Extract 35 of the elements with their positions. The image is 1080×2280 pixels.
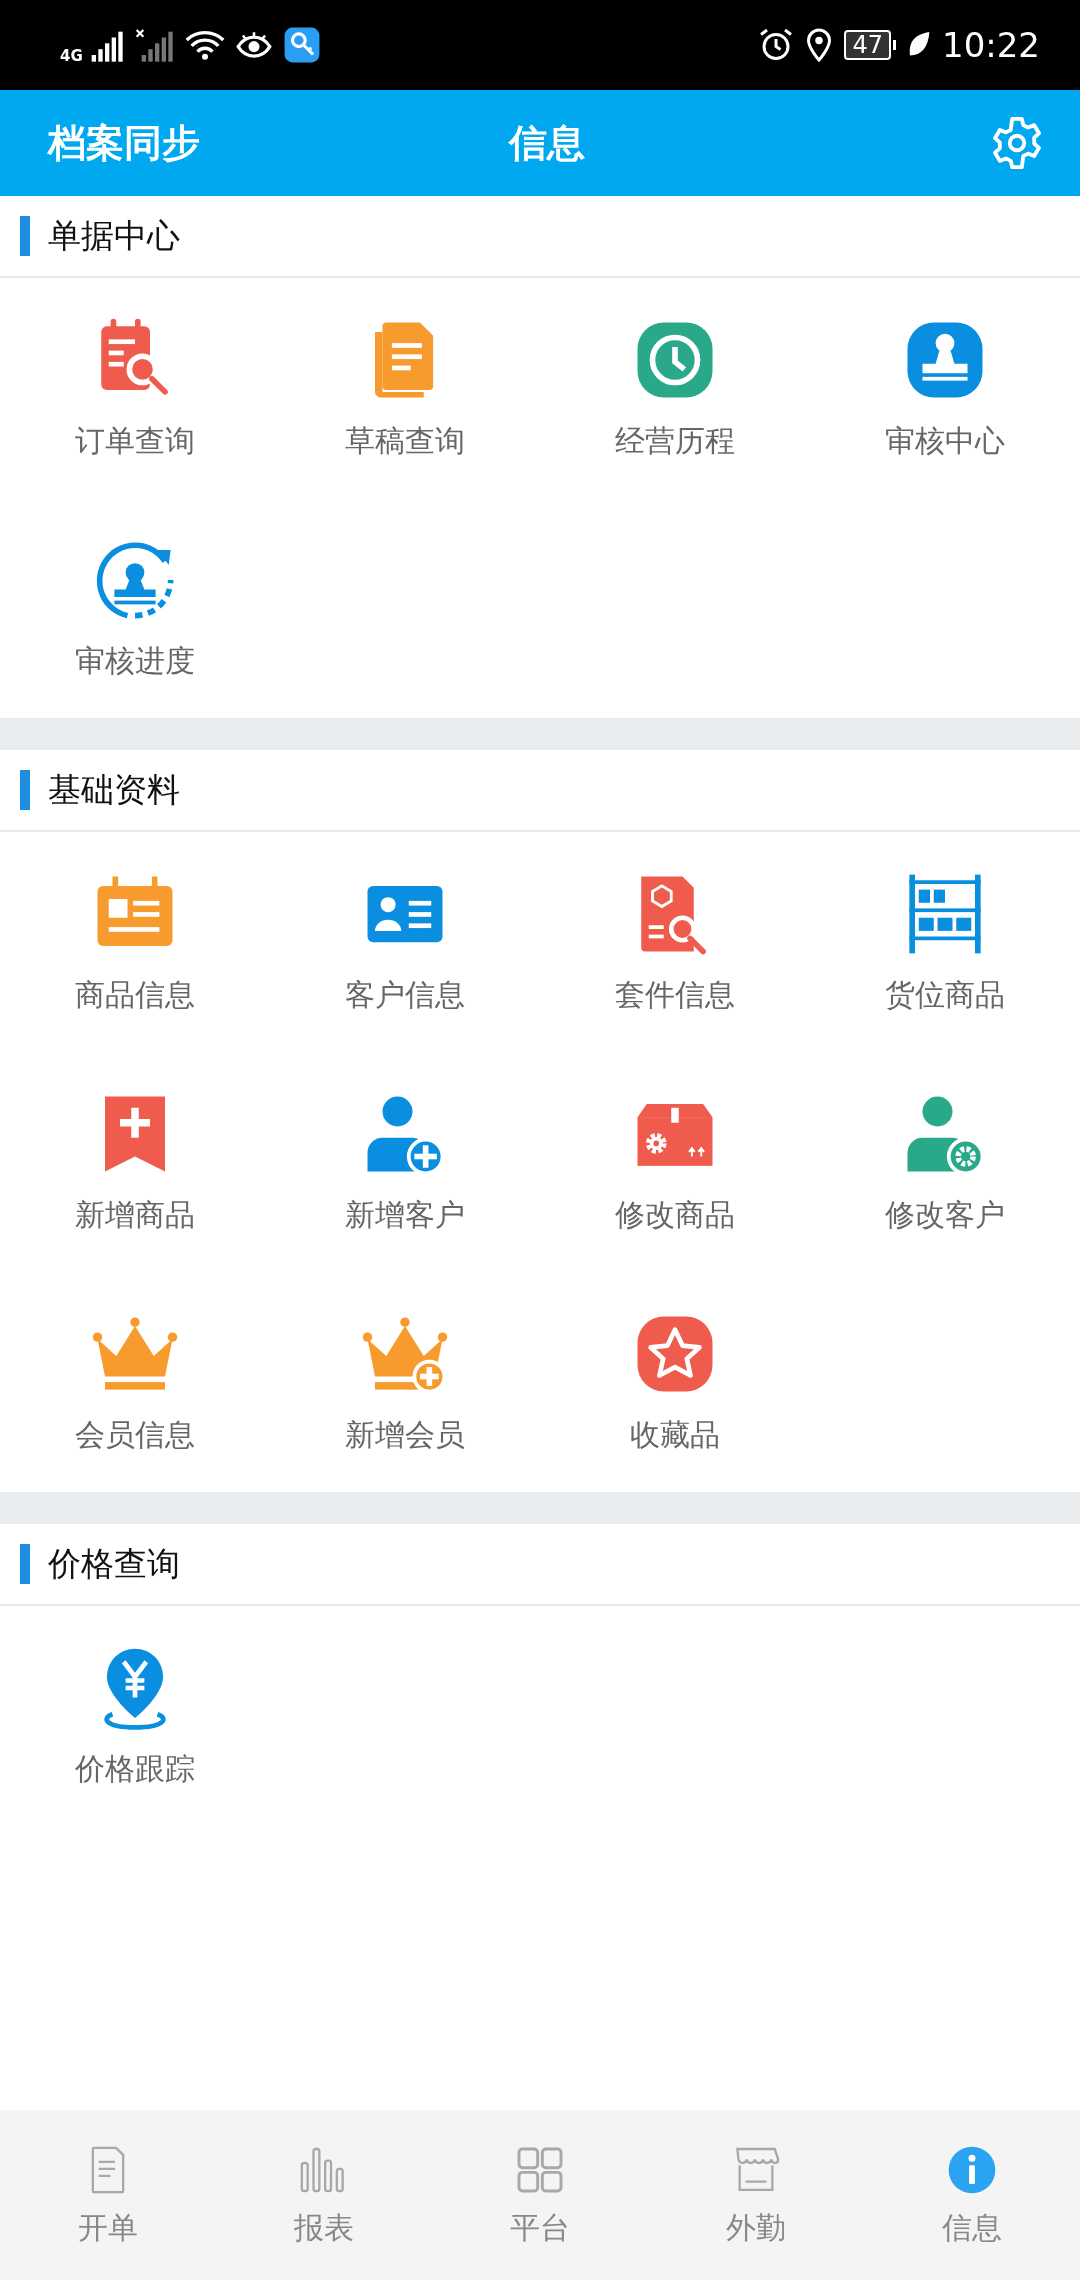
menu-tile[interactable]: 经营历程: [615, 278, 735, 498]
menu-tile[interactable]: 订单查询: [75, 278, 195, 498]
menu-tile[interactable]: 会员信息: [75, 1272, 195, 1492]
menu-tile[interactable]: 修改客户: [885, 1052, 1005, 1272]
menu-tile[interactable]: 客户信息: [345, 832, 465, 1052]
accent-bar: [20, 770, 30, 810]
nav-tab[interactable]: 平台: [432, 2110, 648, 2280]
network-type: 4G: [60, 47, 83, 65]
menu-tile[interactable]: 收藏品: [630, 1272, 720, 1492]
alarm-icon: [758, 27, 795, 63]
menu-tile[interactable]: 新增会员: [345, 1272, 465, 1492]
accent-bar: [20, 1544, 30, 1584]
menu-tile[interactable]: 审核进度: [75, 498, 195, 718]
clock-time: 10:22: [942, 25, 1040, 65]
menu-tile[interactable]: 价格跟踪: [75, 1606, 195, 1826]
key-app-icon: [282, 26, 321, 64]
no-signal-icon: [134, 28, 175, 62]
section-title: 价格查询: [48, 1542, 180, 1585]
page-title: 信息: [509, 119, 585, 167]
menu-tile[interactable]: 修改商品: [615, 1052, 735, 1272]
menu-tile[interactable]: 商品信息: [75, 832, 195, 1052]
nav-tab[interactable]: 报表: [216, 2110, 432, 2280]
menu-tile[interactable]: 套件信息: [615, 832, 735, 1052]
nav-tab[interactable]: 开单: [0, 2110, 216, 2280]
nav-tab[interactable]: 信息: [864, 2110, 1080, 2280]
section-title: 基础资料: [48, 768, 180, 811]
menu-tile[interactable]: 审核中心: [885, 278, 1005, 498]
accent-bar: [20, 216, 30, 256]
menu-tile[interactable]: 新增客户: [345, 1052, 465, 1272]
menu-tile[interactable]: 货位商品: [885, 832, 1005, 1052]
section-title: 单据中心: [48, 214, 180, 257]
nav-tab[interactable]: 外勤: [648, 2110, 864, 2280]
menu-tile[interactable]: 草稿查询: [345, 278, 465, 498]
menu-tile[interactable]: 新增商品: [75, 1052, 195, 1272]
wifi-icon: [184, 28, 225, 62]
